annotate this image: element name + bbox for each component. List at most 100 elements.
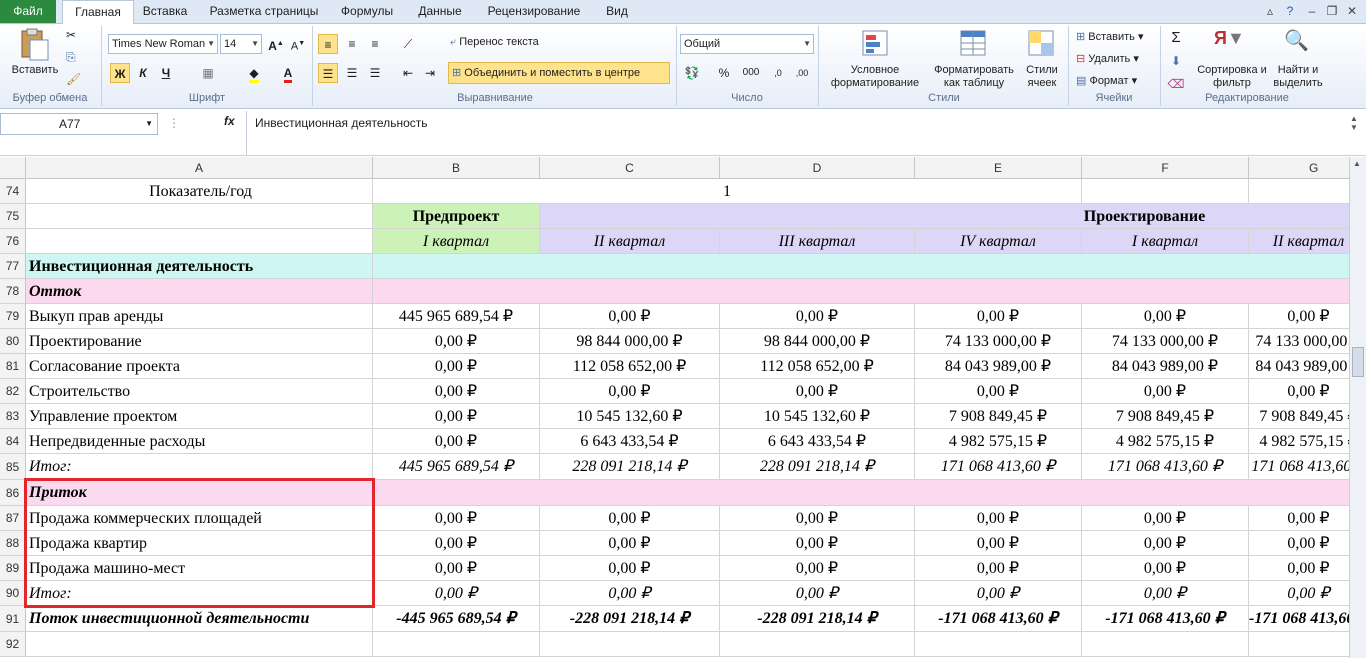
cell-e82[interactable]: 0,00 ₽	[915, 379, 1082, 404]
cell-b78[interactable]	[373, 279, 540, 304]
row-header[interactable]: 85	[0, 454, 26, 480]
clear-icon[interactable]: ⌫	[1166, 74, 1186, 94]
cell-d87[interactable]: 0,00 ₽	[720, 506, 915, 531]
cell-a79[interactable]: Выкуп прав аренды	[26, 304, 373, 329]
conditional-format-icon[interactable]	[860, 28, 890, 58]
window-close-icon[interactable]: ✕	[1344, 3, 1360, 19]
row-header[interactable]: 77	[0, 254, 26, 279]
paste-button[interactable]: Вставить	[8, 64, 62, 76]
vertical-scrollbar[interactable]: ▲	[1349, 157, 1366, 658]
cell-g82[interactable]: 0,00 ₽	[1249, 379, 1350, 404]
row-header[interactable]: 92	[0, 632, 26, 657]
increase-decimal-icon[interactable]: ,0	[768, 63, 788, 83]
cell-f86[interactable]	[1082, 480, 1249, 506]
window-minimize-icon[interactable]: –	[1304, 3, 1320, 19]
cell-e84[interactable]: 4 982 575,15 ₽	[915, 429, 1082, 454]
cell-f92[interactable]	[1082, 632, 1249, 657]
cell-styles-button[interactable]: Стили ячеек	[1018, 64, 1066, 90]
cell-b87[interactable]: 0,00 ₽	[373, 506, 540, 531]
ribbon-minimize-icon[interactable]: ▵	[1262, 3, 1278, 19]
cell-b75[interactable]: Предпроект	[373, 204, 540, 229]
cell-c79[interactable]: 0,00 ₽	[540, 304, 720, 329]
cell-f90[interactable]: 0,00 ₽	[1082, 581, 1249, 606]
tab-insert[interactable]: Вставка	[140, 0, 190, 23]
cell-a75[interactable]	[26, 204, 373, 229]
cell-a83[interactable]: Управление проектом	[26, 404, 373, 429]
cell-g85[interactable]: 171 068 413,60 ₽	[1249, 454, 1350, 480]
name-box[interactable]: A77 ▼	[0, 113, 158, 135]
find-select-button[interactable]: Найти и выделить	[1268, 64, 1328, 90]
row-header[interactable]: 90	[0, 581, 26, 606]
cell-d85[interactable]: 228 091 218,14 ₽	[720, 454, 915, 480]
format-cells-button[interactable]: ▤ Формат ▾	[1076, 74, 1137, 87]
fill-color-icon[interactable]: ◆	[244, 63, 264, 83]
cell-b86[interactable]	[373, 480, 540, 506]
cell-e86[interactable]	[915, 480, 1082, 506]
cell-e83[interactable]: 7 908 849,45 ₽	[915, 404, 1082, 429]
cell-a80[interactable]: Проектирование	[26, 329, 373, 354]
cell-f82[interactable]: 0,00 ₽	[1082, 379, 1249, 404]
cell-a81[interactable]: Согласование проекта	[26, 354, 373, 379]
cell-b83[interactable]: 0,00 ₽	[373, 404, 540, 429]
cell-b84[interactable]: 0,00 ₽	[373, 429, 540, 454]
copy-icon[interactable]: ⎘	[66, 50, 76, 65]
cell-a85[interactable]: Итог:	[26, 454, 373, 480]
cell-f87[interactable]: 0,00 ₽	[1082, 506, 1249, 531]
help-icon[interactable]: ?	[1282, 3, 1298, 19]
font-size-select[interactable]: 14 ▼	[220, 34, 262, 54]
cell-f81[interactable]: 84 043 989,00 ₽	[1082, 354, 1249, 379]
cut-icon[interactable]: ✂	[66, 28, 76, 42]
cell-a82[interactable]: Строительство	[26, 379, 373, 404]
row-header[interactable]: 75	[0, 204, 26, 229]
cell-e80[interactable]: 74 133 000,00 ₽	[915, 329, 1082, 354]
cell-f91[interactable]: -171 068 413,60 ₽	[1082, 606, 1249, 632]
cell-e92[interactable]	[915, 632, 1082, 657]
cell-e89[interactable]: 0,00 ₽	[915, 556, 1082, 581]
sort-filter-button[interactable]: Сортировка и фильтр	[1196, 64, 1268, 90]
cell-g81[interactable]: 84 043 989,00 ₽	[1249, 354, 1350, 379]
row-header[interactable]: 89	[0, 556, 26, 581]
merged-cell-design-phase[interactable]: Проектирование	[540, 204, 1350, 229]
align-bottom-icon[interactable]: ≡	[365, 34, 385, 54]
cell-f88[interactable]: 0,00 ₽	[1082, 531, 1249, 556]
cell-f83[interactable]: 7 908 849,45 ₽	[1082, 404, 1249, 429]
cell-f85[interactable]: 171 068 413,60 ₽	[1082, 454, 1249, 480]
cell-e81[interactable]: 84 043 989,00 ₽	[915, 354, 1082, 379]
cell-g87[interactable]: 0,00 ₽	[1249, 506, 1350, 531]
cell-d81[interactable]: 112 058 652,00 ₽	[720, 354, 915, 379]
cell-b88[interactable]: 0,00 ₽	[373, 531, 540, 556]
cell-f79[interactable]: 0,00 ₽	[1082, 304, 1249, 329]
cell-f89[interactable]: 0,00 ₽	[1082, 556, 1249, 581]
align-right-icon[interactable]: ☰	[365, 63, 385, 83]
cell-c83[interactable]: 10 545 132,60 ₽	[540, 404, 720, 429]
cell-b82[interactable]: 0,00 ₽	[373, 379, 540, 404]
cell-g89[interactable]: 0,00 ₽	[1249, 556, 1350, 581]
align-left-icon[interactable]: ☰	[318, 63, 338, 83]
cell-e78[interactable]	[915, 279, 1082, 304]
column-header-b[interactable]: B	[373, 157, 540, 179]
cell-e87[interactable]: 0,00 ₽	[915, 506, 1082, 531]
align-center-icon[interactable]: ☰	[342, 63, 362, 83]
tab-data[interactable]: Данные	[412, 0, 468, 23]
cell-d90[interactable]: 0,00 ₽	[720, 581, 915, 606]
cell-d91[interactable]: -228 091 218,14 ₽	[720, 606, 915, 632]
cell-d79[interactable]: 0,00 ₽	[720, 304, 915, 329]
cell-c80[interactable]: 98 844 000,00 ₽	[540, 329, 720, 354]
cell-d80[interactable]: 98 844 000,00 ₽	[720, 329, 915, 354]
font-color-icon[interactable]: A	[278, 63, 298, 83]
cell-f76[interactable]: I квартал	[1082, 229, 1249, 254]
cell-f74[interactable]	[1082, 179, 1249, 204]
find-select-icon[interactable]: 🔍	[1284, 28, 1309, 53]
cell-f77[interactable]	[1082, 254, 1249, 279]
cell-c77[interactable]	[540, 254, 720, 279]
cell-e76[interactable]: IV квартал	[915, 229, 1082, 254]
row-header[interactable]: 88	[0, 531, 26, 556]
row-header[interactable]: 74	[0, 179, 26, 204]
cell-b81[interactable]: 0,00 ₽	[373, 354, 540, 379]
cell-d84[interactable]: 6 643 433,54 ₽	[720, 429, 915, 454]
cell-d82[interactable]: 0,00 ₽	[720, 379, 915, 404]
row-header[interactable]: 81	[0, 354, 26, 379]
cell-g86[interactable]	[1249, 480, 1350, 506]
cell-d92[interactable]	[720, 632, 915, 657]
cell-g88[interactable]: 0,00 ₽	[1249, 531, 1350, 556]
